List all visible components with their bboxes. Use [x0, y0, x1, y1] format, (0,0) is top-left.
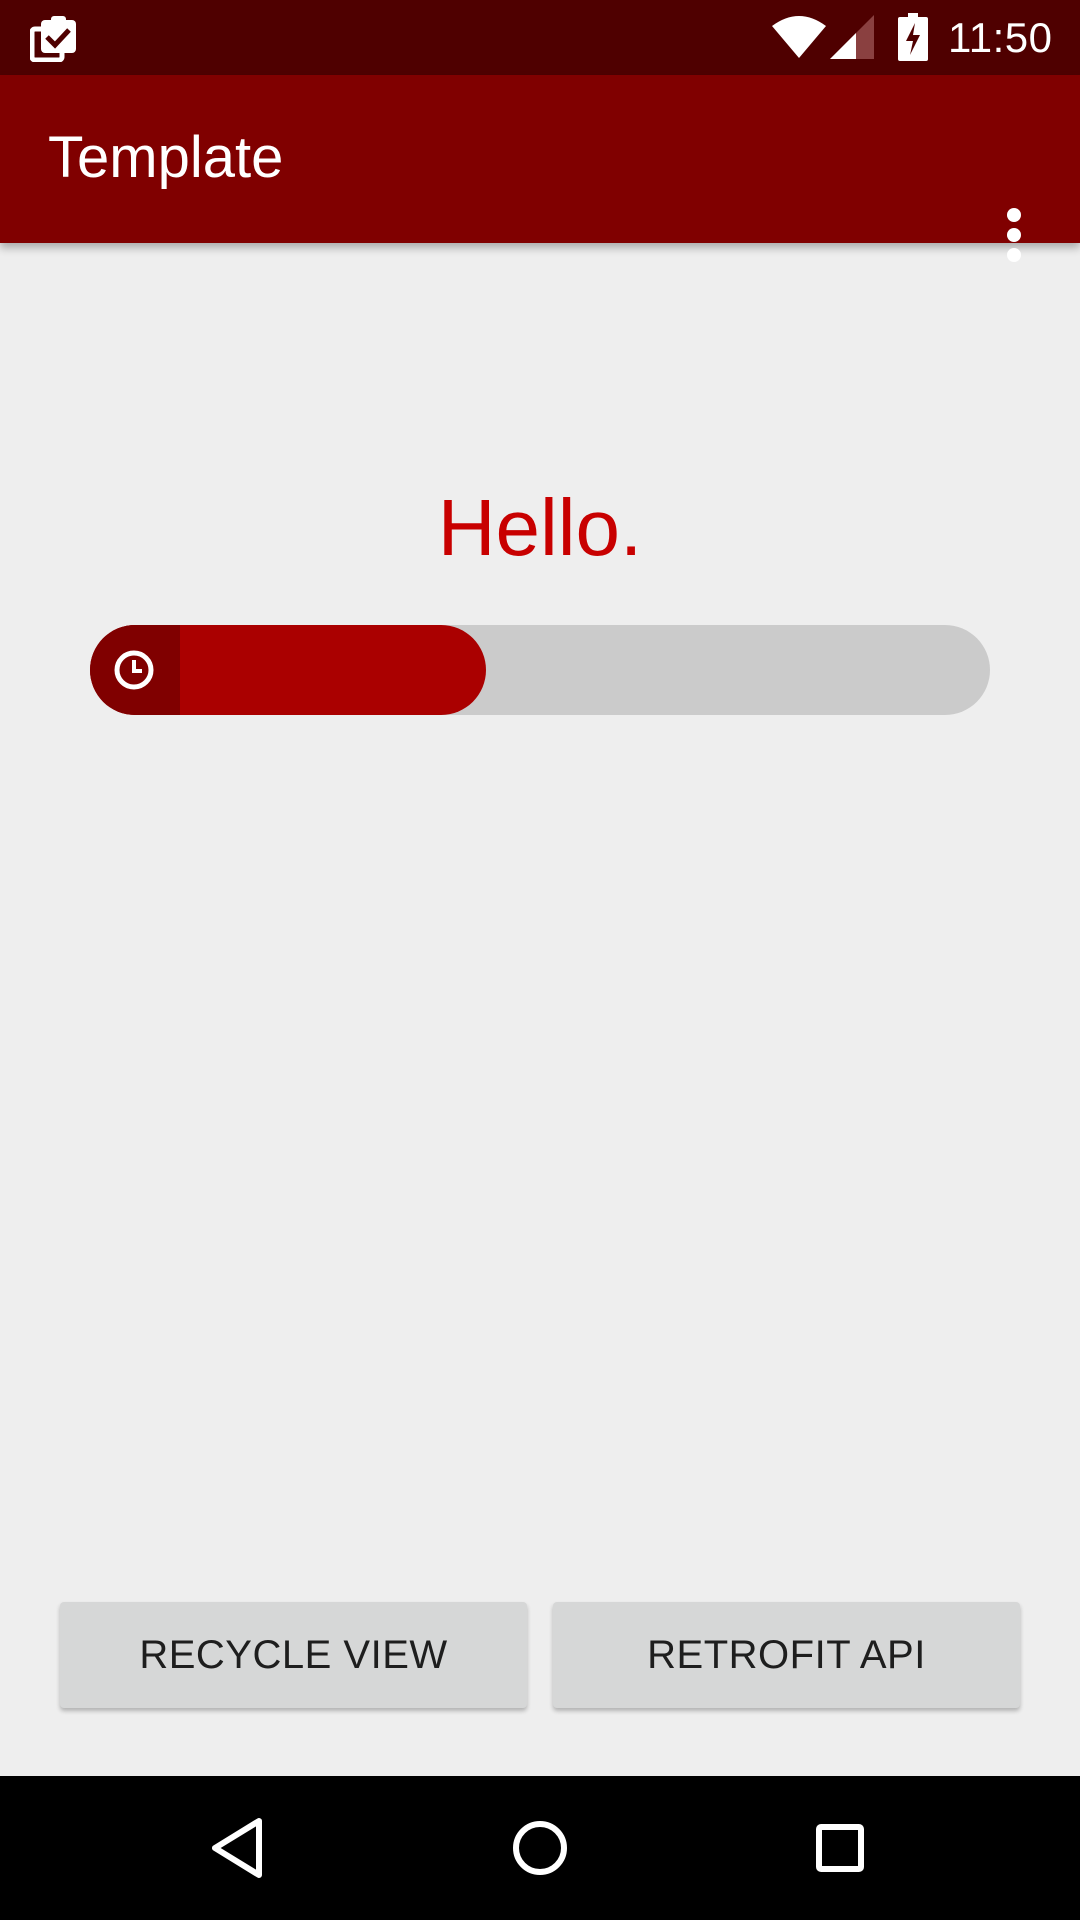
status-bar: 11:50 — [0, 0, 1080, 75]
retrofit-api-button[interactable]: RETROFIT API — [553, 1602, 1020, 1708]
back-icon[interactable] — [189, 1796, 293, 1900]
wifi-icon — [772, 16, 826, 58]
more-vert-icon[interactable] — [990, 205, 1038, 265]
recents-icon[interactable] — [788, 1796, 892, 1900]
progress-cap — [90, 625, 180, 715]
greeting-text: Hello. — [437, 483, 643, 572]
home-icon[interactable] — [488, 1796, 592, 1900]
app-bar: Template — [0, 75, 1080, 262]
app-title: Template — [48, 125, 284, 190]
task-clipboard-icon — [30, 16, 76, 62]
battery-charging-icon — [898, 13, 928, 61]
cell-signal-icon — [830, 15, 874, 59]
clock-icon — [114, 650, 154, 690]
navigation-bar — [0, 1776, 1080, 1920]
progress-bar — [90, 625, 990, 715]
status-time: 11:50 — [948, 14, 1053, 61]
recycle-view-button[interactable]: RECYCLE VIEW — [60, 1602, 527, 1708]
